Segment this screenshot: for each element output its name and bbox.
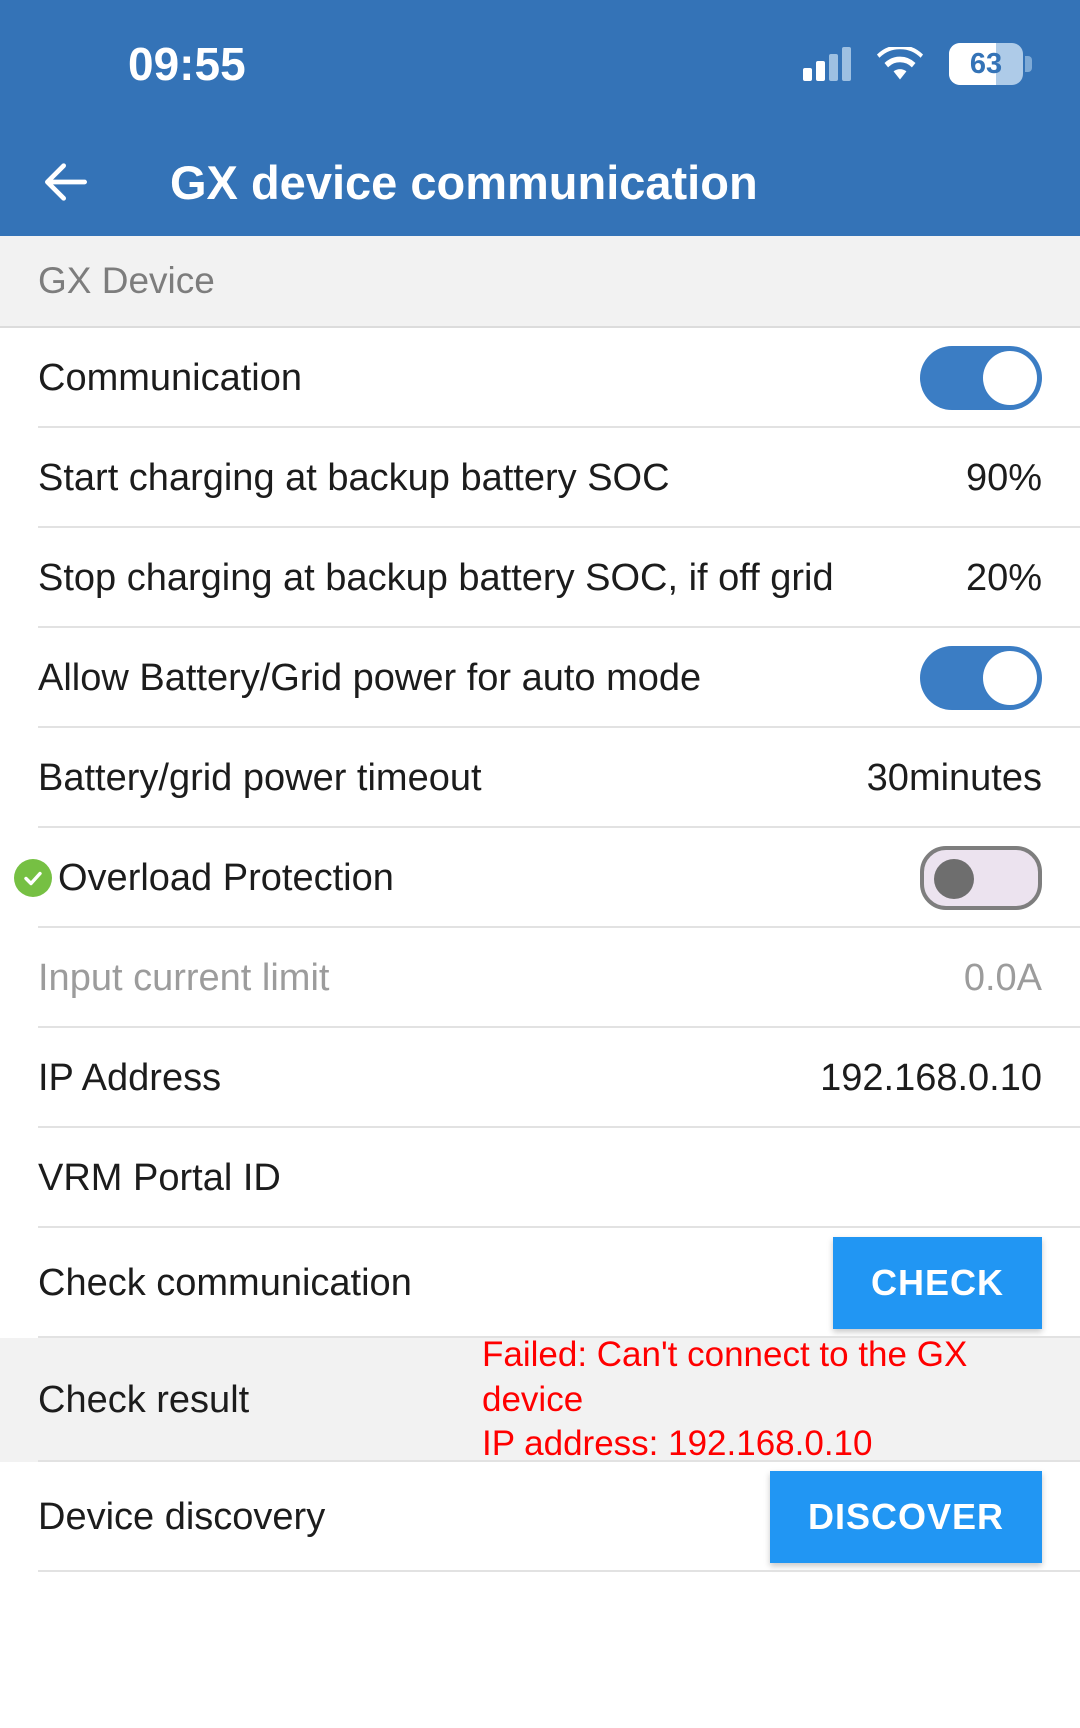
row-value: 20%	[965, 556, 1042, 599]
row-label: Stop charging at backup battery SOC, if …	[38, 556, 834, 599]
row-label: Allow Battery/Grid power for auto mode	[38, 656, 702, 699]
row-start-charging-soc[interactable]: Start charging at backup battery SOC 90%	[0, 428, 1080, 528]
row-label: Communication	[38, 356, 302, 399]
page-title: GX device communication	[170, 155, 758, 209]
row-input-current-limit: Input current limit 0.0A	[0, 928, 1080, 1028]
row-check-communication[interactable]: Check communication CHECK	[0, 1228, 1080, 1338]
row-label: Overload Protection	[58, 856, 394, 899]
allow-battery-grid-power-toggle[interactable]	[920, 646, 1042, 710]
row-label: Check result	[38, 1378, 250, 1421]
row-label: Check communication	[38, 1261, 412, 1304]
battery-tip	[1025, 56, 1032, 72]
row-value: 192.168.0.10	[820, 1056, 1042, 1099]
row-label: Input current limit	[38, 956, 330, 999]
row-label: IP Address	[38, 1056, 222, 1099]
row-label: VRM Portal ID	[38, 1156, 281, 1199]
status-bar: 09:55 63	[0, 0, 1080, 128]
back-arrow-icon[interactable]	[38, 154, 94, 210]
row-label: Battery/grid power timeout	[38, 756, 482, 799]
row-vrm-portal-id[interactable]: VRM Portal ID	[0, 1128, 1080, 1228]
row-communication[interactable]: Communication	[0, 328, 1080, 428]
row-label: Device discovery	[38, 1495, 326, 1538]
overload-protection-toggle[interactable]	[920, 846, 1042, 910]
status-time: 09:55	[128, 38, 246, 90]
row-overload-protection[interactable]: Overload Protection	[0, 828, 1080, 928]
battery-percent: 63	[969, 47, 1003, 80]
row-stop-charging-soc[interactable]: Stop charging at backup battery SOC, if …	[0, 528, 1080, 628]
discover-button[interactable]: DISCOVER	[769, 1471, 1042, 1563]
settings-list: Communication Start charging at backup b…	[0, 328, 1080, 1572]
wifi-icon	[877, 47, 923, 80]
check-result-message: Failed: Can't connect to the GX device I…	[482, 1334, 968, 1464]
communication-toggle[interactable]	[920, 346, 1042, 410]
row-value: 30minutes	[866, 756, 1042, 799]
check-button[interactable]: CHECK	[832, 1237, 1042, 1329]
row-allow-battery-grid-power[interactable]: Allow Battery/Grid power for auto mode	[0, 628, 1080, 728]
row-check-result: Check result Failed: Can't connect to th…	[0, 1335, 1080, 1463]
section-header-gx-device: GX Device	[0, 236, 1080, 328]
row-battery-grid-power-timeout[interactable]: Battery/grid power timeout 30minutes	[0, 728, 1080, 828]
row-value: 90%	[965, 456, 1042, 499]
battery-icon: 63	[949, 43, 1032, 85]
status-icons: 63	[803, 43, 1032, 85]
row-value: 0.0A	[963, 956, 1042, 999]
cellular-signal-icon	[803, 47, 851, 81]
green-check-icon	[14, 859, 52, 897]
row-device-discovery[interactable]: Device discovery DISCOVER	[0, 1462, 1080, 1572]
row-ip-address[interactable]: IP Address 192.168.0.10	[0, 1028, 1080, 1128]
row-label: Start charging at backup battery SOC	[38, 456, 670, 499]
app-bar: GX device communication	[0, 128, 1080, 236]
